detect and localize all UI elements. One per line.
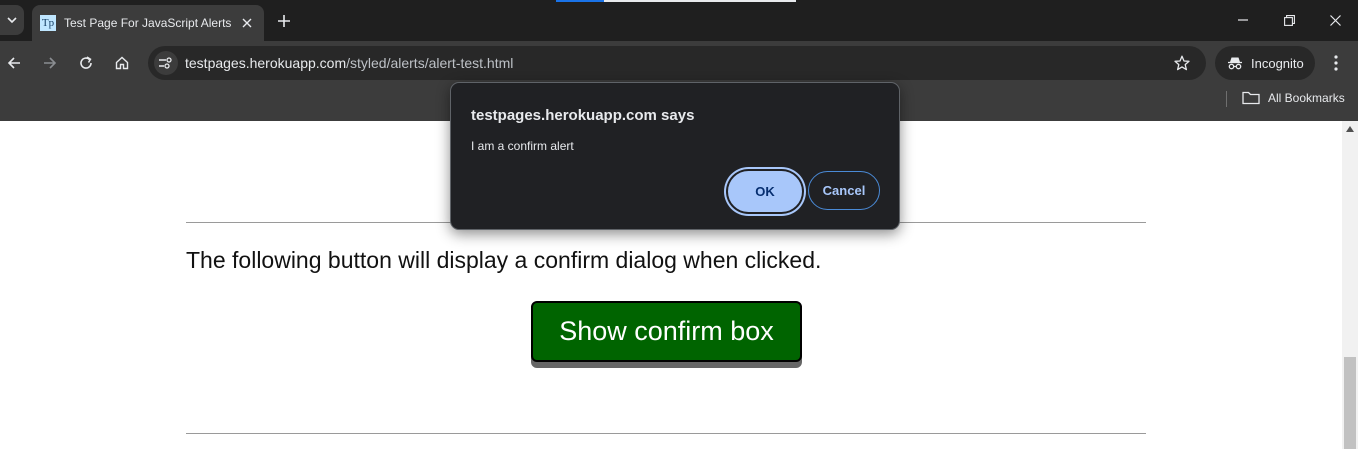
chrome-menu-button[interactable] xyxy=(1324,49,1348,77)
dialog-title: testpages.herokuapp.com says xyxy=(471,107,695,124)
folder-icon xyxy=(1242,91,1260,105)
forward-button[interactable] xyxy=(36,49,64,77)
minimize-icon xyxy=(1238,19,1248,21)
url-text: testpages.herokuapp.com/styled/alerts/al… xyxy=(185,55,513,71)
loading-indicator-track xyxy=(604,0,796,2)
loading-indicator xyxy=(556,0,604,2)
incognito-icon xyxy=(1228,57,1242,70)
confirm-explanation-text: The following button will display a conf… xyxy=(186,247,822,273)
scroll-up-arrow-icon[interactable] xyxy=(1346,126,1354,132)
dialog-message: I am a confirm alert xyxy=(471,139,574,153)
minimize-button[interactable] xyxy=(1220,4,1266,36)
site-info-icon xyxy=(159,57,172,69)
cancel-button[interactable]: Cancel xyxy=(808,171,880,210)
home-button[interactable] xyxy=(108,49,136,77)
tab-strip: Tp Test Page For JavaScript Alerts xyxy=(0,0,1358,41)
ok-button[interactable]: OK xyxy=(728,171,802,212)
back-icon xyxy=(7,57,20,69)
address-bar[interactable]: testpages.herokuapp.com/styled/alerts/al… xyxy=(148,46,1206,80)
confirm-dialog: testpages.herokuapp.com says I am a conf… xyxy=(450,82,900,230)
close-window-button[interactable] xyxy=(1312,4,1358,36)
all-bookmarks-label: All Bookmarks xyxy=(1268,91,1345,105)
bookmarks-separator xyxy=(1226,91,1227,107)
favicon-icon: Tp xyxy=(40,15,56,31)
incognito-label: Incognito xyxy=(1251,55,1304,71)
home-icon xyxy=(115,56,129,70)
reload-button[interactable] xyxy=(72,49,100,77)
divider xyxy=(186,433,1146,434)
restore-button[interactable] xyxy=(1266,4,1312,36)
close-icon xyxy=(1329,14,1341,26)
forward-icon xyxy=(44,57,57,69)
plus-icon xyxy=(278,15,290,27)
show-confirm-box-button[interactable]: Show confirm box xyxy=(531,301,802,362)
scrollbar-thumb[interactable] xyxy=(1344,357,1356,449)
restore-icon xyxy=(1283,14,1295,26)
bookmark-star-button[interactable] xyxy=(1172,53,1192,73)
vertical-scrollbar[interactable] xyxy=(1342,121,1358,449)
reload-icon xyxy=(80,56,92,69)
tab-search-icon xyxy=(7,17,17,24)
site-info-button[interactable] xyxy=(154,51,178,75)
tab-active[interactable]: Tp Test Page For JavaScript Alerts xyxy=(32,5,264,41)
back-button[interactable] xyxy=(0,49,28,77)
star-icon xyxy=(1174,55,1190,71)
incognito-indicator[interactable]: Incognito xyxy=(1215,46,1315,80)
new-tab-button[interactable] xyxy=(272,9,296,33)
tab-search-button[interactable] xyxy=(0,5,24,35)
toolbar: testpages.herokuapp.com/styled/alerts/al… xyxy=(0,41,1358,85)
kebab-menu-icon xyxy=(1334,55,1338,71)
close-icon xyxy=(242,18,252,28)
url-path: /styled/alerts/alert-test.html xyxy=(346,55,514,71)
tab-title: Test Page For JavaScript Alerts xyxy=(64,16,232,30)
all-bookmarks-button[interactable]: All Bookmarks xyxy=(1242,91,1345,105)
url-host: testpages.herokuapp.com xyxy=(185,55,347,71)
tab-close-button[interactable] xyxy=(238,14,256,32)
